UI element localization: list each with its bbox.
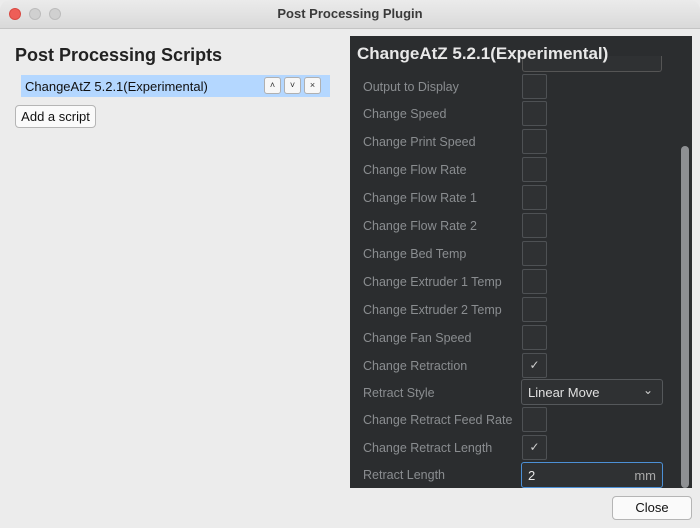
panel-title: ChangeAtZ 5.2.1(Experimental) bbox=[357, 44, 609, 63]
setting-label: Change Retract Feed Rate bbox=[363, 413, 513, 427]
setting-label: Change Extruder 1 Temp bbox=[363, 275, 502, 289]
script-settings-panel: ChangeAtZ 5.2.1(Experimental) Output to … bbox=[350, 36, 692, 488]
change-flow-rate-checkbox[interactable] bbox=[522, 157, 547, 182]
title-bar: Post Processing Plugin bbox=[0, 0, 700, 29]
change-flow-rate-2-checkbox[interactable] bbox=[522, 213, 547, 238]
change-retraction-checkbox[interactable]: ✓ bbox=[522, 353, 547, 378]
setting-label: Change Speed bbox=[363, 107, 447, 121]
move-down-button[interactable]: ˅ bbox=[284, 77, 301, 94]
change-extruder-2-temp-checkbox[interactable] bbox=[522, 297, 547, 322]
plugin-window: Post Processing Plugin Post Processing S… bbox=[0, 0, 700, 528]
setting-label: Change Extruder 2 Temp bbox=[363, 303, 502, 317]
change-retract-feed-rate-checkbox[interactable] bbox=[522, 407, 547, 432]
retract-length-value: 2 bbox=[528, 468, 536, 483]
chevron-down-icon: ⌄ bbox=[642, 383, 653, 397]
retract-length-input[interactable]: 2 mm bbox=[521, 462, 663, 488]
output-to-display-checkbox[interactable] bbox=[522, 74, 547, 99]
scripts-heading: Post Processing Scripts bbox=[15, 45, 223, 65]
change-fan-speed-checkbox[interactable] bbox=[522, 325, 547, 350]
setting-label: Change Bed Temp bbox=[363, 247, 467, 261]
setting-label: Change Flow Rate 2 bbox=[363, 219, 477, 233]
change-print-speed-checkbox[interactable] bbox=[522, 129, 547, 154]
panel-scrollbar[interactable] bbox=[681, 146, 689, 488]
retract-style-select[interactable]: Linear Move ⌄ bbox=[521, 379, 663, 405]
change-extruder-1-temp-checkbox[interactable] bbox=[522, 269, 547, 294]
move-up-button[interactable]: ˄ bbox=[264, 77, 281, 94]
setting-label: Change Retract Length bbox=[363, 441, 493, 455]
setting-label: Change Print Speed bbox=[363, 135, 476, 149]
retract-length-unit: mm bbox=[634, 468, 656, 483]
check-icon: ✓ bbox=[529, 358, 540, 372]
setting-label: Change Fan Speed bbox=[363, 331, 472, 345]
change-bed-temp-checkbox[interactable] bbox=[522, 241, 547, 266]
setting-label: Change Flow Rate bbox=[363, 163, 467, 177]
change-retract-length-checkbox[interactable]: ✓ bbox=[522, 435, 547, 460]
setting-label: Change Retraction bbox=[363, 359, 468, 373]
check-icon: ✓ bbox=[529, 440, 540, 454]
setting-label: Retract Style bbox=[363, 386, 435, 400]
setting-label: Retract Length bbox=[363, 468, 445, 482]
close-button[interactable]: Close bbox=[612, 496, 692, 520]
change-flow-rate-1-checkbox[interactable] bbox=[522, 185, 547, 210]
setting-label: Output to Display bbox=[363, 80, 459, 94]
setting-label: Change Flow Rate 1 bbox=[363, 191, 477, 205]
script-list-item[interactable]: ChangeAtZ 5.2.1(Experimental) ˄ ˅ × bbox=[21, 75, 330, 97]
add-script-button[interactable]: Add a script bbox=[15, 105, 96, 128]
script-label: ChangeAtZ 5.2.1(Experimental) bbox=[25, 79, 208, 94]
remove-script-button[interactable]: × bbox=[304, 77, 321, 94]
window-title: Post Processing Plugin bbox=[277, 6, 423, 21]
retract-style-value: Linear Move bbox=[528, 385, 600, 400]
change-speed-checkbox[interactable] bbox=[522, 101, 547, 126]
